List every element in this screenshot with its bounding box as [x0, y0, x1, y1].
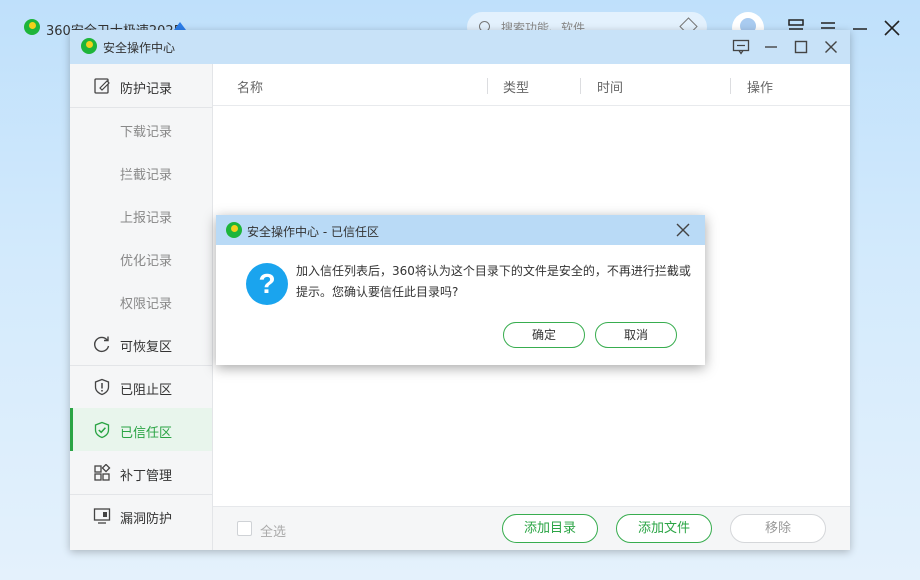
bottom-toolbar: 全选 添加目录 添加文件 移除: [213, 506, 850, 550]
sidebar-item-block-log[interactable]: 拦截记录: [70, 150, 212, 193]
sidebar-item-label: 漏洞防护: [120, 512, 173, 527]
edit-icon: [94, 78, 110, 94]
monitor-icon: [93, 508, 111, 524]
panel-title: 安全操作中心: [103, 41, 176, 55]
dialog-message: 加入信任列表后，360将认为这个目录下的文件是安全的，不再进行拦截或提示。您确认…: [296, 264, 691, 299]
column-header-action[interactable]: 操作: [747, 77, 773, 96]
sidebar-item-permission-log[interactable]: 权限记录: [70, 279, 212, 322]
sidebar-item-label: 可恢复区: [120, 340, 173, 355]
minimize-icon[interactable]: [761, 37, 781, 57]
shield-alert-icon: [94, 378, 110, 396]
sidebar-item-recoverable[interactable]: 可恢复区: [70, 322, 212, 365]
dialog-titlebar[interactable]: 安全操作中心 - 已信任区: [216, 215, 705, 245]
sidebar-item-label: 已阻止区: [120, 383, 173, 398]
table-header: 名称 类型 时间 操作: [213, 64, 850, 106]
panel-logo: [81, 38, 97, 54]
question-icon: ?: [246, 263, 288, 305]
sidebar-item-vuln-protect[interactable]: 漏洞防护: [70, 494, 212, 537]
sidebar-item-label: 已信任区: [120, 426, 173, 441]
trust-confirm-dialog: 安全操作中心 - 已信任区 ? 加入信任列表后，360将认为这个目录下的文件是安…: [216, 215, 705, 365]
sidebar-item-patch-manage[interactable]: 补丁管理: [70, 451, 212, 494]
sidebar-item-blocked[interactable]: 已阻止区: [70, 365, 212, 408]
column-header-name[interactable]: 名称: [237, 77, 263, 96]
sidebar-item-label: 上报记录: [120, 211, 173, 226]
cancel-button[interactable]: 取消: [595, 322, 677, 348]
sidebar-item-download-log[interactable]: 下载记录: [70, 107, 212, 150]
maximize-icon[interactable]: [791, 37, 811, 57]
sidebar-item-label: 防护记录: [120, 82, 173, 97]
app-logo: [24, 19, 40, 35]
feedback-icon[interactable]: [731, 37, 751, 57]
shield-check-icon: [94, 421, 110, 439]
patch-grid-icon: [94, 464, 111, 481]
sidebar-item-protection-log[interactable]: 防护记录: [70, 64, 212, 107]
sidebar: 防护记录 下载记录 拦截记录 上报记录 优化记录 权限记录 可恢复区 已阻止区 …: [70, 64, 213, 550]
close-icon[interactable]: [821, 37, 841, 57]
sidebar-item-report-log[interactable]: 上报记录: [70, 193, 212, 236]
upgrade-arrow-icon[interactable]: [174, 22, 186, 30]
divider: [487, 78, 488, 94]
dialog-title: 安全操作中心 - 已信任区: [247, 225, 379, 239]
select-all-checkbox[interactable]: [237, 521, 252, 536]
remove-button[interactable]: 移除: [730, 514, 826, 543]
column-header-time[interactable]: 时间: [597, 77, 623, 96]
column-header-type[interactable]: 类型: [503, 77, 529, 96]
close-icon[interactable]: [882, 18, 902, 38]
minimize-icon[interactable]: [850, 18, 870, 38]
divider: [580, 78, 581, 94]
add-file-button[interactable]: 添加文件: [616, 514, 712, 543]
sidebar-item-optimize-log[interactable]: 优化记录: [70, 236, 212, 279]
close-icon[interactable]: [675, 222, 691, 238]
dialog-logo: [226, 222, 242, 238]
sidebar-item-label: 权限记录: [120, 297, 173, 312]
sidebar-item-label: 下载记录: [120, 125, 173, 140]
panel-titlebar[interactable]: 安全操作中心: [70, 30, 850, 64]
divider: [730, 78, 731, 94]
sidebar-item-label: 优化记录: [120, 254, 173, 269]
sidebar-item-label: 拦截记录: [120, 168, 173, 183]
sidebar-item-trusted[interactable]: 已信任区: [70, 408, 212, 451]
select-all-label: 全选: [260, 525, 287, 540]
add-directory-button[interactable]: 添加目录: [502, 514, 598, 543]
refresh-icon: [94, 336, 110, 353]
sidebar-item-label: 补丁管理: [120, 469, 173, 484]
confirm-button[interactable]: 确定: [503, 322, 585, 348]
